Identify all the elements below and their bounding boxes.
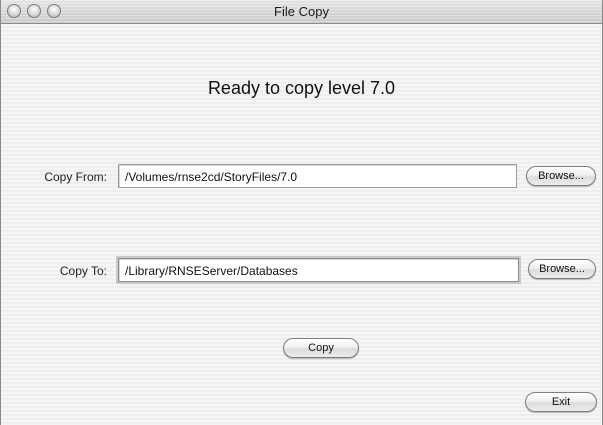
copy-to-browse-button[interactable]: Browse... [528,259,596,279]
file-copy-window: File Copy Ready to copy level 7.0 Copy F… [0,0,603,425]
copy-from-browse-button[interactable]: Browse... [526,166,596,186]
copy-button[interactable]: Copy [283,338,359,358]
exit-button[interactable]: Exit [525,392,597,412]
status-heading: Ready to copy level 7.0 [207,78,396,98]
title-bar[interactable]: File Copy [1,0,602,24]
copy-to-label: Copy To: [59,264,107,278]
copy-to-field[interactable]: /Library/RNSEServer/Databases [118,258,519,282]
copy-from-label: Copy From: [44,170,107,184]
window-title: File Copy [274,4,329,19]
copy-from-field[interactable]: /Volumes/rnse2cd/StoryFiles/7.0 [118,164,517,188]
